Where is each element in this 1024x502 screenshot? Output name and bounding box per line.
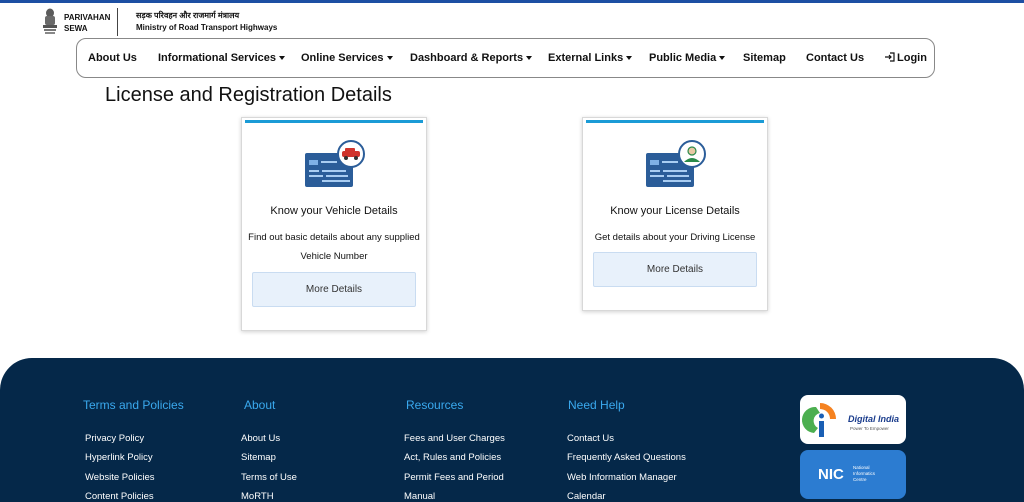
page-title: License and Registration Details (105, 84, 392, 106)
nav-contact-us[interactable]: Contact Us (806, 52, 864, 64)
license-card-icon (646, 140, 706, 187)
footer-link[interactable]: Frequently Asked Questions (567, 452, 686, 463)
main-navigation: About Us Informational Services Online S… (76, 38, 935, 78)
nav-informational-services[interactable]: Informational Services (158, 52, 285, 64)
digital-india-title: Digital India (848, 414, 899, 424)
footer-link[interactable]: Calendar (567, 491, 606, 502)
digital-india-badge[interactable]: Digital India Power To Empower (800, 395, 906, 444)
footer-link[interactable]: Privacy Policy (85, 433, 144, 444)
header-divider (117, 8, 118, 36)
ministry-hindi: सड़क परिवहन और राजमार्ग मंत्रालय (136, 11, 240, 20)
footer-link[interactable]: Web Information Manager (567, 472, 677, 483)
nav-label: Contact Us (806, 52, 865, 64)
footer-link[interactable]: Manual (404, 491, 435, 502)
footer-heading-about: About (244, 398, 276, 412)
license-more-details-button[interactable]: More Details (593, 252, 757, 287)
card-description: Find out basic details about any supplie… (248, 232, 420, 262)
ministry-english: Ministry of Road Transport Highways (136, 23, 278, 32)
site-header: PARIVAHAN SEWA सड़क परिवहन और राजमार्ग म… (0, 3, 1024, 39)
footer-link[interactable]: Act, Rules and Policies (404, 452, 501, 463)
nav-sitemap[interactable]: Sitemap (743, 52, 786, 64)
nic-title: NIC (818, 466, 844, 483)
card-accent-bar (245, 120, 423, 123)
ministry-name: सड़क परिवहन और राजमार्ग मंत्रालय Ministr… (136, 10, 277, 34)
brand-line-1: PARIVAHAN (64, 13, 111, 22)
card-title: Know your License Details (610, 205, 740, 217)
brand-name[interactable]: PARIVAHAN SEWA (64, 12, 110, 34)
digital-india-logo: Digital India Power To Empower (801, 403, 899, 437)
nav-dashboard-reports[interactable]: Dashboard & Reports (410, 52, 533, 64)
nav-label: Informational Services (158, 52, 276, 64)
vehicle-more-details-button[interactable]: More Details (252, 272, 416, 307)
footer-heading-help: Need Help (568, 398, 625, 412)
digital-india-tagline: Power To Empower (850, 426, 889, 431)
brand-line-2: SEWA (64, 24, 88, 33)
card-description: Get details about your Driving License (594, 232, 756, 243)
footer-link[interactable]: Fees and User Charges (404, 433, 505, 444)
login-button[interactable]: Login (884, 52, 927, 64)
footer-link[interactable]: About Us (241, 433, 280, 444)
nav-label: Public Media (649, 52, 717, 64)
login-label: Login (897, 52, 927, 64)
vehicle-details-card: Know your Vehicle Details Find out basic… (241, 117, 427, 331)
nav-label: About Us (88, 52, 137, 64)
card-accent-bar (586, 120, 764, 123)
caret-down-icon (526, 56, 533, 61)
footer-link[interactable]: Hyperlink Policy (85, 452, 153, 463)
nav-online-services[interactable]: Online Services (301, 52, 393, 64)
nic-subtitle-1: National (853, 465, 870, 470)
caret-down-icon (279, 56, 285, 61)
card-title: Know your Vehicle Details (270, 205, 398, 217)
footer-link[interactable]: Permit Fees and Period (404, 472, 504, 483)
footer-link[interactable]: Contact Us (567, 433, 614, 444)
footer-link[interactable]: Sitemap (241, 452, 276, 463)
national-emblem-icon (43, 8, 57, 34)
nic-subtitle-2: Informatics (853, 471, 876, 476)
license-details-card: Know your License Details Get details ab… (582, 117, 768, 311)
nav-label: Sitemap (743, 52, 786, 64)
vehicle-card-icon (305, 140, 365, 187)
footer-link[interactable]: Terms of Use (241, 472, 297, 483)
nav-about-us[interactable]: About Us (88, 52, 137, 64)
nav-label: Online Services (301, 52, 384, 64)
nav-external-links[interactable]: External Links (548, 52, 633, 64)
footer-heading-terms: Terms and Policies (83, 398, 184, 412)
login-icon (885, 52, 895, 62)
footer-link[interactable]: MoRTH (241, 491, 274, 502)
nav-label: Dashboard & Reports (410, 52, 524, 64)
nic-subtitle-3: Centre (853, 477, 867, 482)
nav-label: External Links (548, 52, 624, 64)
footer-heading-resources: Resources (406, 398, 464, 412)
footer-link[interactable]: Content Policies (85, 491, 154, 502)
page: PARIVAHAN SEWA सड़क परिवहन और राजमार्ग म… (0, 0, 1024, 502)
caret-down-icon (386, 56, 393, 61)
caret-down-icon (626, 56, 633, 61)
nav-public-media[interactable]: Public Media (649, 52, 726, 64)
footer-link[interactable]: Website Policies (85, 472, 155, 483)
nic-badge[interactable]: NIC National Informatics Centre (800, 450, 906, 499)
caret-down-icon (719, 56, 726, 61)
nic-logo: NIC National Informatics Centre (818, 465, 876, 483)
